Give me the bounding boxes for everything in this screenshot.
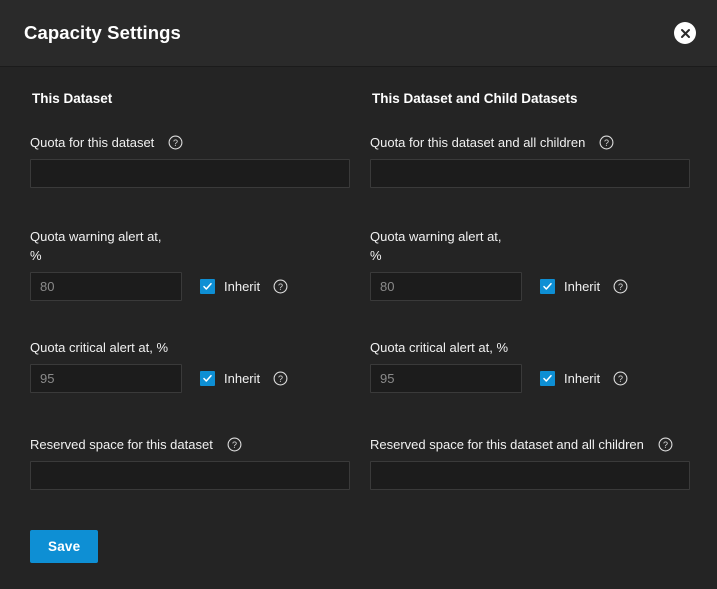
svg-text:?: ? xyxy=(278,374,283,384)
label-quota-critical-this-dataset: Quota critical alert at, % xyxy=(30,338,350,357)
label-text: Quota critical alert at, % xyxy=(370,338,508,357)
label-text: Reserved space for this dataset xyxy=(30,435,213,454)
help-circle-icon[interactable]: ? xyxy=(227,437,242,452)
quota-warning-all-children-input[interactable] xyxy=(370,272,522,301)
inherit-checkbox-warning-this-dataset[interactable] xyxy=(200,279,215,294)
inherit-group-critical-this-dataset: Inherit ? xyxy=(200,371,288,386)
help-circle-icon[interactable]: ? xyxy=(613,279,628,294)
reserved-this-dataset-input[interactable] xyxy=(30,461,350,490)
dialog-body: This Dataset Quota for this dataset ? xyxy=(0,67,717,589)
reserved-all-children-input[interactable] xyxy=(370,461,690,490)
label-text: Quota critical alert at, % xyxy=(30,338,168,357)
svg-text:?: ? xyxy=(618,282,623,292)
field-reserved-this-dataset: Reserved space for this dataset ? xyxy=(30,435,350,490)
inherit-label: Inherit xyxy=(224,371,260,386)
actions-row: Save xyxy=(30,530,350,563)
field-quota-warning-this-dataset: Quota warning alert at, % Inhe xyxy=(30,227,350,301)
close-glyph xyxy=(679,27,692,40)
label-quota-this-dataset: Quota for this dataset ? xyxy=(30,133,350,152)
quota-critical-this-dataset-input[interactable] xyxy=(30,364,182,393)
spacer xyxy=(370,188,690,227)
help-circle-icon[interactable]: ? xyxy=(273,279,288,294)
column-this-dataset: This Dataset Quota for this dataset ? xyxy=(30,91,350,563)
quota-critical-all-children-input[interactable] xyxy=(370,364,522,393)
label-reserved-this-dataset: Reserved space for this dataset ? xyxy=(30,435,350,454)
spacer xyxy=(30,188,350,227)
inherit-label: Inherit xyxy=(224,279,260,294)
label-text-line2: % xyxy=(30,246,42,265)
capacity-settings-dialog: Capacity Settings This Dataset Quota for… xyxy=(0,0,717,589)
inherit-checkbox-critical-this-dataset[interactable] xyxy=(200,371,215,386)
label-quota-warning-all-children: Quota warning alert at, % xyxy=(370,227,690,265)
inherit-group-critical-all-children: Inherit ? xyxy=(540,371,628,386)
svg-text:?: ? xyxy=(618,374,623,384)
column-this-dataset-and-children: This Dataset and Child Datasets Quota fo… xyxy=(370,91,690,563)
spacer xyxy=(30,301,350,338)
label-text-line1: Quota warning alert at, xyxy=(370,227,502,246)
inherit-label: Inherit xyxy=(564,279,600,294)
inherit-group-warning-this-dataset: Inherit ? xyxy=(200,279,288,294)
help-circle-icon[interactable]: ? xyxy=(599,135,614,150)
label-text: Quota for this dataset xyxy=(30,133,154,152)
label-quota-warning-this-dataset: Quota warning alert at, % xyxy=(30,227,350,265)
field-reserved-all-children: Reserved space for this dataset and all … xyxy=(370,435,690,490)
svg-text:?: ? xyxy=(663,440,668,450)
label-reserved-all-children: Reserved space for this dataset and all … xyxy=(370,435,690,454)
inherit-checkbox-critical-all-children[interactable] xyxy=(540,371,555,386)
field-quota-critical-all-children: Quota critical alert at, % Inherit xyxy=(370,338,690,393)
save-button[interactable]: Save xyxy=(30,530,98,563)
quota-this-dataset-input[interactable] xyxy=(30,159,350,188)
spacer xyxy=(370,301,690,338)
spacer xyxy=(370,393,690,435)
page-title: Capacity Settings xyxy=(24,24,181,43)
help-circle-icon[interactable]: ? xyxy=(168,135,183,150)
close-icon[interactable] xyxy=(674,22,696,44)
label-text-line1: Quota warning alert at, xyxy=(30,227,162,246)
svg-text:?: ? xyxy=(278,282,283,292)
inherit-label: Inherit xyxy=(564,371,600,386)
spacer xyxy=(30,393,350,435)
field-quota-critical-this-dataset: Quota critical alert at, % Inherit xyxy=(30,338,350,393)
label-text-line2: % xyxy=(370,246,382,265)
quota-warning-this-dataset-input[interactable] xyxy=(30,272,182,301)
section-heading-child-datasets: This Dataset and Child Datasets xyxy=(372,91,690,107)
svg-text:?: ? xyxy=(173,138,178,148)
inherit-group-warning-all-children: Inherit ? xyxy=(540,279,628,294)
row-quota-warning-this-dataset: Inherit ? xyxy=(30,272,350,301)
row-quota-critical-all-children: Inherit ? xyxy=(370,364,690,393)
label-text: Quota for this dataset and all children xyxy=(370,133,585,152)
help-circle-icon[interactable]: ? xyxy=(613,371,628,386)
inherit-checkbox-warning-all-children[interactable] xyxy=(540,279,555,294)
help-circle-icon[interactable]: ? xyxy=(658,437,673,452)
dialog-titlebar: Capacity Settings xyxy=(0,0,717,67)
label-quota-critical-all-children: Quota critical alert at, % xyxy=(370,338,690,357)
label-quota-all-children: Quota for this dataset and all children … xyxy=(370,133,690,152)
section-heading-this-dataset: This Dataset xyxy=(32,91,350,107)
svg-text:?: ? xyxy=(232,440,237,450)
quota-all-children-input[interactable] xyxy=(370,159,690,188)
label-text: Reserved space for this dataset and all … xyxy=(370,435,644,454)
help-circle-icon[interactable]: ? xyxy=(273,371,288,386)
row-quota-critical-this-dataset: Inherit ? xyxy=(30,364,350,393)
svg-text:?: ? xyxy=(604,138,609,148)
field-quota-all-children: Quota for this dataset and all children … xyxy=(370,133,690,188)
field-quota-this-dataset: Quota for this dataset ? xyxy=(30,133,350,188)
row-quota-warning-all-children: Inherit ? xyxy=(370,272,690,301)
settings-columns: This Dataset Quota for this dataset ? xyxy=(30,91,687,563)
field-quota-warning-all-children: Quota warning alert at, % Inhe xyxy=(370,227,690,301)
